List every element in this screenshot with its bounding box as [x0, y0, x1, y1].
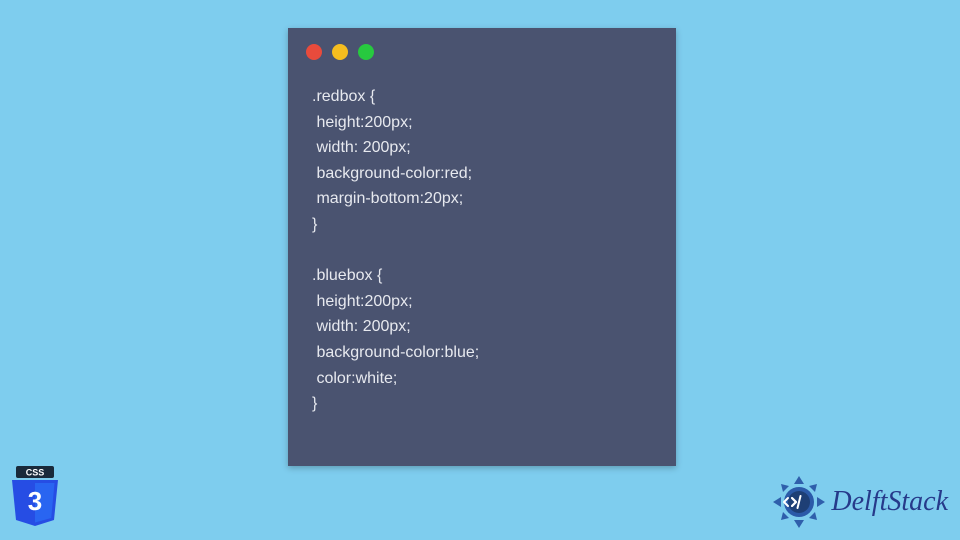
- delftstack-text: DelftStack: [831, 486, 948, 518]
- delftstack-logo: DelftStack: [771, 474, 948, 530]
- code-window: .redbox { height:200px; width: 200px; ba…: [288, 28, 676, 466]
- minimize-icon[interactable]: [332, 44, 348, 60]
- window-controls: [306, 44, 374, 60]
- css-badge-label: CSS: [26, 468, 45, 478]
- close-icon[interactable]: [306, 44, 322, 60]
- css-badge-version: 3: [28, 486, 42, 516]
- code-content: .redbox { height:200px; width: 200px; ba…: [312, 84, 652, 450]
- delftstack-emblem-icon: [771, 474, 827, 530]
- css3-badge-icon: CSS 3: [10, 466, 60, 526]
- maximize-icon[interactable]: [358, 44, 374, 60]
